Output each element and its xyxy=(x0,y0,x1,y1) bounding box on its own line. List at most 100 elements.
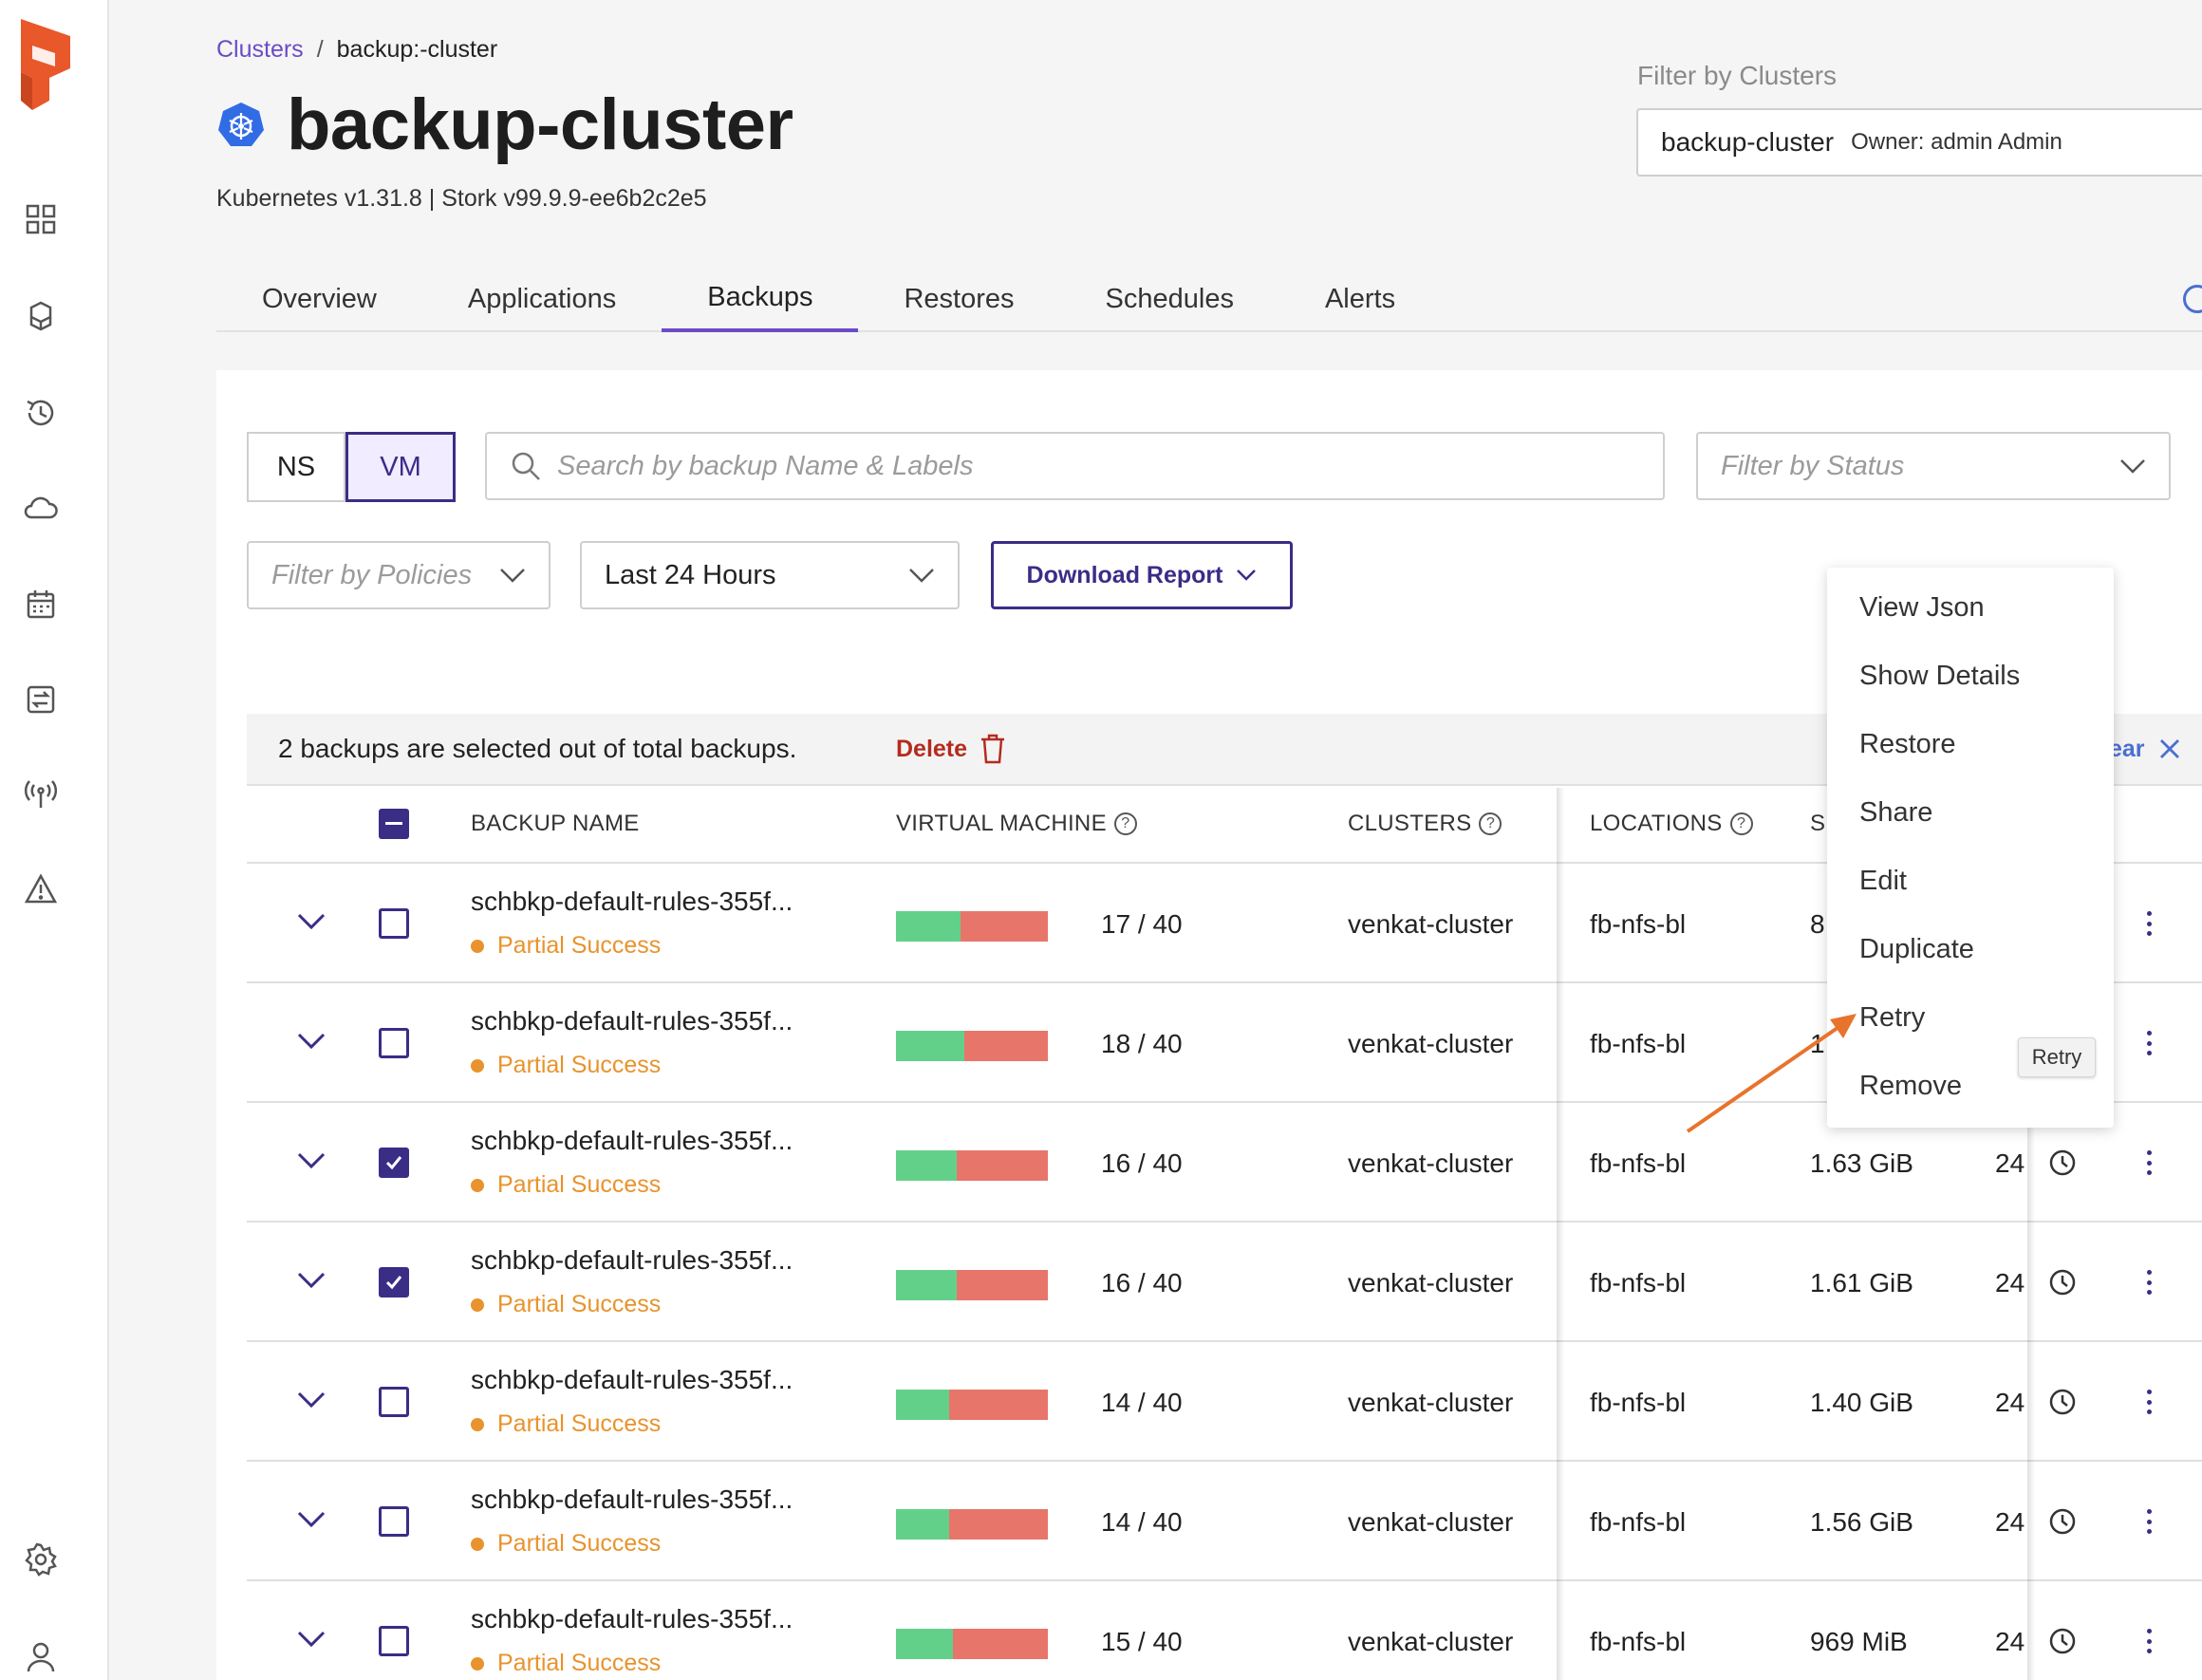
calendar-icon[interactable] xyxy=(17,581,65,628)
ns-toggle-button[interactable]: NS xyxy=(247,432,345,502)
row-actions-menu-button[interactable] xyxy=(2137,1266,2160,1298)
vm-count: 17 / 40 xyxy=(1101,909,1183,939)
chevron-down-icon xyxy=(909,569,934,583)
grid-icon[interactable] xyxy=(17,196,65,243)
backup-name[interactable]: schbkp-default-rules-355f... xyxy=(471,1126,793,1156)
backup-name[interactable]: schbkp-default-rules-355f... xyxy=(471,1484,793,1515)
backup-size: 1.56 GiB xyxy=(1810,1507,1913,1537)
menu-item-share[interactable]: Share xyxy=(1859,797,1932,829)
menu-item-show-details[interactable]: Show Details xyxy=(1859,661,2020,692)
backup-name[interactable]: schbkp-default-rules-355f... xyxy=(471,1365,793,1395)
chevron-down-icon[interactable] xyxy=(296,1509,327,1530)
history-icon[interactable] xyxy=(17,389,65,437)
tab-schedules[interactable]: Schedules xyxy=(1060,266,1279,332)
cloud-icon[interactable] xyxy=(17,484,65,532)
header-clusters[interactable]: CLUSTERS? xyxy=(1348,811,1502,837)
download-report-button[interactable]: Download Report xyxy=(991,541,1293,609)
clock-icon[interactable] xyxy=(2048,1627,2077,1655)
clock-icon[interactable] xyxy=(2048,1148,2077,1177)
row-checkbox[interactable] xyxy=(379,1148,409,1178)
row-checkbox[interactable] xyxy=(379,1028,409,1058)
row-actions-menu-button[interactable] xyxy=(2137,1386,2160,1418)
chevron-down-icon[interactable] xyxy=(296,1270,327,1291)
menu-item-duplicate[interactable]: Duplicate xyxy=(1859,934,1974,965)
row-actions-menu-button[interactable] xyxy=(2137,1625,2160,1657)
vm-progress-fill xyxy=(896,1629,953,1659)
table-row[interactable]: schbkp-default-rules-355f... Partial Suc… xyxy=(247,1342,2202,1462)
table-row[interactable]: schbkp-default-rules-355f... Partial Suc… xyxy=(247,1223,2202,1342)
portworx-logo[interactable] xyxy=(11,19,80,110)
menu-item-retry[interactable]: Retry xyxy=(1859,1002,1925,1034)
backup-status: Partial Success xyxy=(471,1052,661,1079)
backup-name[interactable]: schbkp-default-rules-355f... xyxy=(471,887,793,917)
delete-selected-button[interactable]: Delete xyxy=(896,733,1007,765)
vm-progress-bar xyxy=(896,1031,1048,1061)
filter-clusters-label: Filter by Clusters xyxy=(1637,61,1838,90)
warning-icon[interactable] xyxy=(17,866,65,913)
location-name: fb-nfs-bl xyxy=(1590,1029,1687,1058)
backup-status: Partial Success xyxy=(471,1650,661,1677)
policies-filter-select[interactable]: Filter by Policies xyxy=(247,541,550,609)
chevron-down-icon[interactable] xyxy=(296,1031,327,1052)
breadcrumb-clusters-link[interactable]: Clusters xyxy=(216,36,304,64)
table-row[interactable]: schbkp-default-rules-355f... Partial Suc… xyxy=(247,1581,2202,1680)
settings-icon[interactable] xyxy=(17,1536,65,1583)
row-actions-menu-button[interactable] xyxy=(2137,1147,2160,1179)
row-actions-menu-button[interactable] xyxy=(2137,907,2160,940)
cluster-name: venkat-cluster xyxy=(1348,1507,1514,1537)
row-checkbox[interactable] xyxy=(379,1387,409,1417)
tab-backups[interactable]: Backups xyxy=(662,266,859,332)
status-filter-select[interactable]: Filter by Status xyxy=(1696,432,2171,500)
header-backup-name[interactable]: BACKUP NAME xyxy=(471,811,640,837)
chevron-down-icon[interactable] xyxy=(296,1390,327,1410)
location-name: fb-nfs-bl xyxy=(1590,1148,1687,1178)
chevron-down-icon[interactable] xyxy=(296,911,327,932)
chevron-down-icon[interactable] xyxy=(296,1150,327,1171)
cube-icon[interactable] xyxy=(17,292,65,340)
status-label: Partial Success xyxy=(497,1171,662,1198)
status-dot xyxy=(471,939,484,953)
tab-alerts[interactable]: Alerts xyxy=(1279,266,1441,332)
row-checkbox[interactable] xyxy=(379,1626,409,1656)
help-icon[interactable]: ? xyxy=(1479,812,1502,835)
vm-progress-bar xyxy=(896,911,1048,942)
select-all-checkbox[interactable] xyxy=(379,809,409,839)
row-actions-menu-button[interactable] xyxy=(2137,1505,2160,1538)
tab-applications[interactable]: Applications xyxy=(422,266,662,332)
clock-icon[interactable] xyxy=(2048,1507,2077,1536)
breadcrumb-current: backup:-cluster xyxy=(336,36,498,63)
clear-selection-button[interactable]: ear xyxy=(2109,736,2181,763)
menu-item-restore[interactable]: Restore xyxy=(1859,729,1956,760)
row-actions-menu-button[interactable] xyxy=(2137,1027,2160,1059)
backup-name[interactable]: schbkp-default-rules-355f... xyxy=(471,1006,793,1036)
menu-item-view-json[interactable]: View Json xyxy=(1859,592,1985,624)
chevron-down-icon[interactable] xyxy=(296,1629,327,1650)
location-name: fb-nfs-bl xyxy=(1590,1627,1687,1656)
user-icon[interactable] xyxy=(17,1633,65,1680)
row-checkbox[interactable] xyxy=(379,1506,409,1537)
help-icon[interactable]: ? xyxy=(1729,812,1753,835)
search-input[interactable] xyxy=(557,450,1601,482)
tab-overview[interactable]: Overview xyxy=(216,266,422,332)
help-icon[interactable]: ? xyxy=(1113,812,1137,835)
clock-icon[interactable] xyxy=(2048,1268,2077,1297)
header-locations[interactable]: LOCATIONS? xyxy=(1590,811,1753,837)
transfer-icon[interactable] xyxy=(17,676,65,723)
location-name: fb-nfs-bl xyxy=(1590,1507,1687,1537)
vm-toggle-button[interactable]: VM xyxy=(345,432,456,502)
cluster-tabs: Overview Applications Backups Restores S… xyxy=(216,266,2202,332)
clock-icon[interactable] xyxy=(2048,1388,2077,1416)
menu-item-remove[interactable]: Remove xyxy=(1859,1071,1962,1102)
tab-restores[interactable]: Restores xyxy=(858,266,1059,332)
menu-item-edit[interactable]: Edit xyxy=(1859,866,1907,897)
antenna-icon[interactable] xyxy=(17,771,65,818)
cluster-select[interactable]: backup-cluster Owner: admin Admin xyxy=(1636,108,2202,177)
vm-count: 14 / 40 xyxy=(1101,1388,1183,1417)
table-row[interactable]: schbkp-default-rules-355f... Partial Suc… xyxy=(247,1462,2202,1581)
backup-name[interactable]: schbkp-default-rules-355f... xyxy=(471,1604,793,1634)
header-virtual-machine[interactable]: VIRTUAL MACHINE? xyxy=(896,811,1137,837)
row-checkbox[interactable] xyxy=(379,908,409,939)
backup-name[interactable]: schbkp-default-rules-355f... xyxy=(471,1245,793,1276)
row-checkbox[interactable] xyxy=(379,1267,409,1297)
time-range-select[interactable]: Last 24 Hours xyxy=(580,541,960,609)
